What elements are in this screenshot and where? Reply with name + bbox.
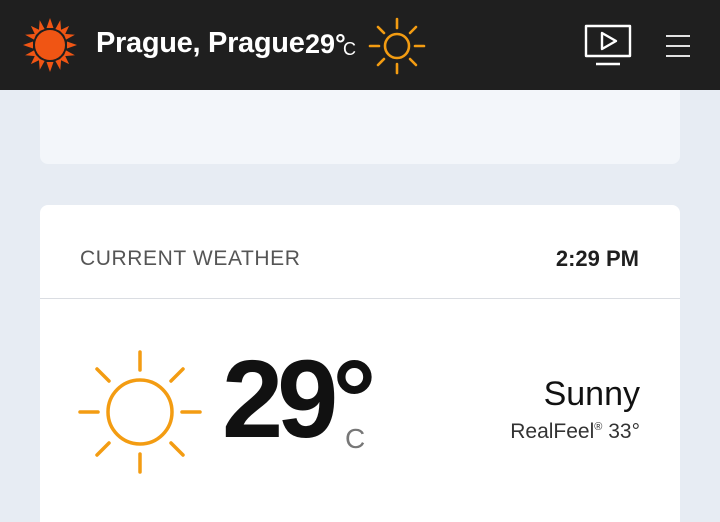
registered-mark: ® xyxy=(594,421,603,433)
sun-icon xyxy=(78,350,202,474)
previous-card xyxy=(40,90,680,164)
sun-icon xyxy=(368,17,426,75)
hamburger-menu-icon[interactable] xyxy=(662,32,694,60)
current-time: 2:29 PM xyxy=(555,246,639,271)
divider xyxy=(40,298,680,299)
top-navigation-bar: Prague, Prague 29° C xyxy=(0,0,720,90)
weather-phrase: Sunny xyxy=(543,375,640,413)
location-name[interactable]: Prague, Prague xyxy=(96,27,305,60)
video-play-icon[interactable] xyxy=(584,24,632,68)
current-temperature-unit: C xyxy=(345,423,366,454)
current-weather-card[interactable]: CURRENT WEATHER 2:29 PM 29° C Sunny Real… xyxy=(40,205,680,522)
sun-logo-icon[interactable] xyxy=(22,17,78,73)
realfeel: RealFeel® 33° xyxy=(510,420,640,444)
header-temperature: 29° xyxy=(305,29,346,59)
realfeel-value: 33° xyxy=(608,420,640,443)
header-temperature-unit: C xyxy=(343,39,356,59)
realfeel-label: RealFeel xyxy=(510,420,595,443)
card-title: CURRENT WEATHER xyxy=(80,247,301,270)
